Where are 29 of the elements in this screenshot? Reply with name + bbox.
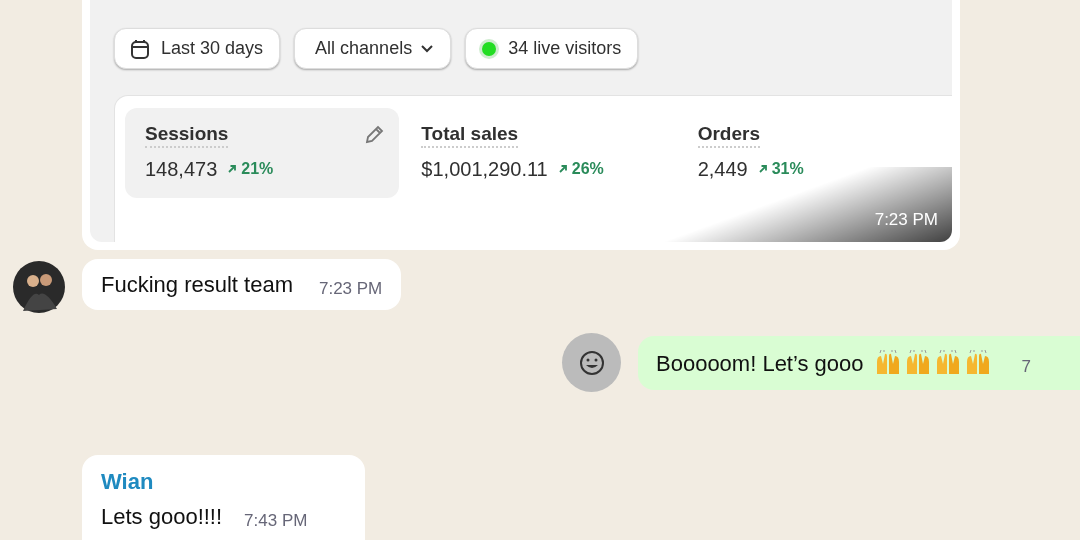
metric-change: 21% (241, 159, 274, 179)
message-text: Booooom! Let’s gooo (656, 349, 864, 378)
message-text: Lets gooo!!!! (101, 503, 223, 532)
metric-tile[interactable]: Sessions 148,473 21% (125, 108, 400, 198)
filter-button[interactable]: 34 live visitors (465, 28, 639, 69)
message-time: 7 (1021, 356, 1031, 379)
sender-name: Wian (101, 468, 155, 496)
message-time: 7:23 PM (318, 277, 383, 300)
chevron-down-icon (420, 43, 435, 54)
trend-up-icon (757, 164, 768, 174)
trend-up-icon (227, 164, 238, 174)
filter-button[interactable]: Last 30 days (114, 28, 281, 69)
metric-value: 2,449 (697, 157, 748, 182)
metric-label: Orders (697, 122, 760, 148)
trend-up-icon (557, 164, 568, 174)
metric-label: Sessions (145, 122, 229, 148)
message-text: Fucking result team (101, 271, 293, 299)
filter-button[interactable]: All channels (294, 28, 452, 69)
calendar-icon (131, 38, 149, 59)
pencil-icon[interactable] (363, 124, 386, 146)
metric-label: Total sales (421, 122, 519, 148)
metric-change: 26% (571, 159, 604, 179)
metric-value: $1,001,290.11 (421, 157, 548, 182)
metric-change: 31% (771, 159, 804, 179)
metric-value: 148,473 (145, 157, 218, 182)
smiley-icon (578, 349, 605, 376)
message-time: 7:43 PM (244, 510, 308, 532)
message-time: 7:23 PM (874, 208, 938, 231)
avatar (13, 261, 65, 313)
